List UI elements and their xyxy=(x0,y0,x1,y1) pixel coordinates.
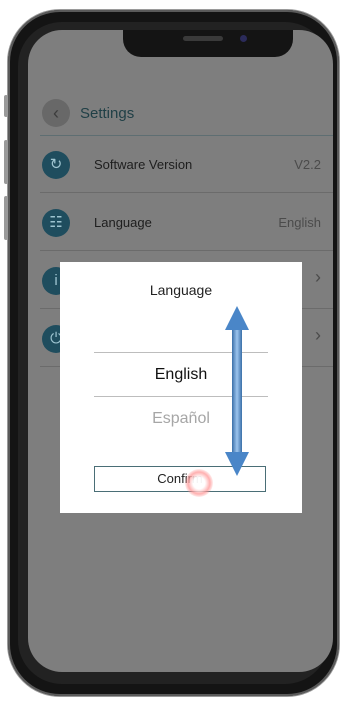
chevron-right-icon: › xyxy=(315,325,321,345)
front-camera xyxy=(240,35,247,42)
refresh-icon: ↻ xyxy=(42,151,70,179)
mute-switch xyxy=(4,95,8,117)
globe-icon: ☷ xyxy=(42,209,70,237)
chevron-left-icon: ‹ xyxy=(53,103,59,123)
tap-indicator xyxy=(185,469,213,497)
language-picker-dialog: Language English Español Confirm xyxy=(60,262,302,513)
picker-option-espanol[interactable]: Español xyxy=(60,410,302,428)
picker-option-english[interactable]: English xyxy=(60,366,302,384)
row-label: Language xyxy=(94,215,152,230)
row-value: V2.2 xyxy=(294,157,321,172)
volume-down-button xyxy=(4,196,8,240)
settings-row-language[interactable]: ☷ Language English xyxy=(40,195,333,251)
page-title: Settings xyxy=(80,105,135,122)
settings-row-software-version[interactable]: ↻ Software Version V2.2 xyxy=(40,137,333,193)
dialog-title: Language xyxy=(149,282,213,298)
header-divider xyxy=(40,135,333,136)
scroll-arrow-icon xyxy=(225,306,249,476)
speaker-grille xyxy=(183,36,223,41)
row-divider xyxy=(40,192,333,193)
volume-up-button xyxy=(4,140,8,184)
back-button[interactable]: ‹ xyxy=(42,99,70,127)
row-value: English xyxy=(278,215,321,230)
chevron-right-icon: › xyxy=(315,267,321,287)
row-label: Software Version xyxy=(94,157,193,172)
notch xyxy=(123,30,293,57)
row-divider xyxy=(40,250,333,251)
settings-header: ‹ Settings xyxy=(28,94,333,136)
